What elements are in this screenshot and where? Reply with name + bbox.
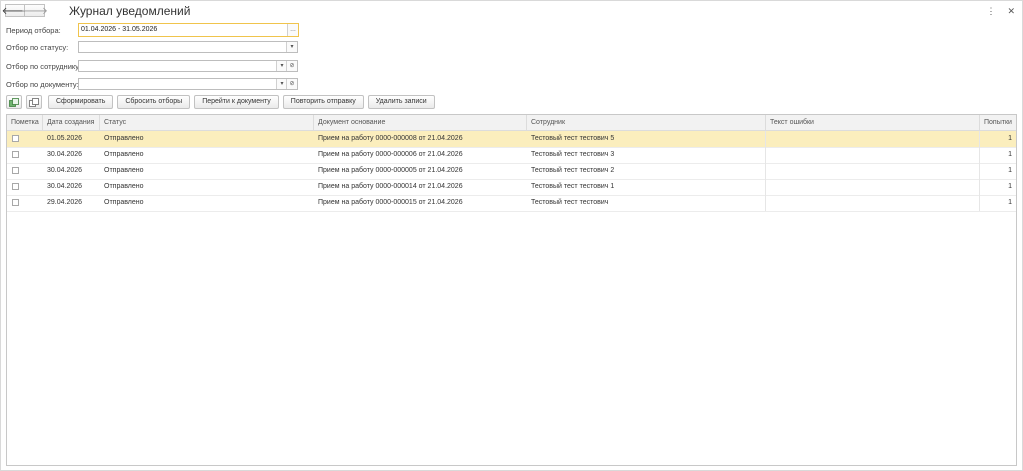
page-title: Журнал уведомлений [69,4,191,18]
period-value: 01.04.2026 - 31.05.2026 [81,26,158,33]
copy-button[interactable] [26,95,42,109]
error-cell [766,163,770,179]
date-cell: 01.05.2026 [47,135,83,142]
go-to-document-button[interactable]: Перейти к документу [194,95,279,109]
table-row[interactable]: 30.04.2026 Отправлено Прием на работу 00… [7,147,1016,164]
document-cell: Прием на работу 0000-000008 от 21.04.202… [318,135,463,142]
column-divider [979,131,980,211]
form-button[interactable]: Сформировать [48,95,114,109]
employee-filter-field[interactable]: ▾ ⊘ [78,60,298,72]
table-row[interactable]: 29.04.2026 Отправлено Прием на работу 00… [7,195,1016,212]
attempts-cell: 1 [1008,167,1012,174]
date-cell: 29.04.2026 [47,199,83,206]
status-cell: Отправлено [104,199,144,206]
attempts-cell: 1 [1008,199,1012,206]
reset-filters-button[interactable]: Сбросить отборы [117,95,191,109]
attempts-cell: 1 [1008,135,1012,142]
error-cell [766,195,770,211]
table-row[interactable]: 30.04.2026 Отправлено Прием на работу 00… [7,179,1016,196]
refresh-icon [9,97,19,107]
arrow-right-icon: 🡒 [21,5,48,17]
status-cell: Отправлено [104,151,144,158]
period-label: Период отбора: [6,26,61,35]
open-link-icon[interactable]: ⊘ [286,79,297,89]
column-divider [765,131,766,211]
chevron-down-icon[interactable]: ▾ [286,42,297,52]
status-cell: Отправлено [104,167,144,174]
column-header-status[interactable]: Статус [100,115,314,130]
copy-icon [29,97,39,107]
toolbar: Сформировать Сбросить отборы Перейти к д… [6,95,435,109]
document-filter-label: Отбор по документу: [6,80,79,89]
mark-checkbox[interactable] [12,183,19,190]
mark-checkbox[interactable] [12,199,19,206]
mark-checkbox[interactable] [12,135,19,142]
document-filter-field[interactable]: ▾ ⊘ [78,78,298,90]
notifications-table[interactable]: Пометка Дата создания Статус Документ ос… [6,114,1017,466]
close-icon[interactable]: ✕ [1007,6,1015,17]
attempts-cell: 1 [1008,151,1012,158]
document-cell: Прием на работу 0000-000014 от 21.04.202… [318,183,463,190]
error-cell [766,131,770,147]
date-cell: 30.04.2026 [47,167,83,174]
status-filter-label: Отбор по статусу: [6,43,69,52]
error-cell [766,179,770,195]
table-header: Пометка Дата создания Статус Документ ос… [7,115,1016,131]
period-select-button[interactable]: … [287,24,298,36]
employee-cell: Тестовый тест тестович 1 [531,183,615,190]
more-icon[interactable]: ⋮ [986,6,995,17]
refresh-button[interactable] [6,95,22,109]
attempts-cell: 1 [1008,183,1012,190]
forward-button[interactable]: 🡒 [21,4,48,17]
employee-cell: Тестовый тест тестович 5 [531,135,615,142]
employee-cell: Тестовый тест тестович 2 [531,167,615,174]
employee-cell: Тестовый тест тестович [531,199,609,206]
mark-checkbox[interactable] [12,167,19,174]
error-cell [766,147,770,163]
period-field[interactable]: 01.04.2026 - 31.05.2026 … [78,23,299,37]
employee-filter-label: Отбор по сотруднику: [6,62,82,71]
document-cell: Прием на работу 0000-000015 от 21.04.202… [318,199,463,206]
document-cell: Прием на работу 0000-000005 от 21.04.202… [318,167,463,174]
status-cell: Отправлено [104,135,144,142]
navigation: 🡐 🡒 [2,4,48,17]
status-cell: Отправлено [104,183,144,190]
column-header-mark[interactable]: Пометка [7,115,43,130]
window-controls: ⋮ ✕ [986,6,1015,17]
document-cell: Прием на работу 0000-000006 от 21.04.202… [318,151,463,158]
column-header-document[interactable]: Документ основание [314,115,527,130]
delete-records-button[interactable]: Удалить записи [367,95,435,109]
column-header-error[interactable]: Текст ошибки [766,115,980,130]
column-header-date[interactable]: Дата создания [43,115,100,130]
table-row[interactable]: 30.04.2026 Отправлено Прием на работу 00… [7,163,1016,180]
open-link-icon[interactable]: ⊘ [286,61,297,71]
table-row[interactable]: 01.05.2026 Отправлено Прием на работу 00… [7,131,1016,148]
retry-send-button[interactable]: Повторить отправку [282,95,364,109]
date-cell: 30.04.2026 [47,151,83,158]
column-header-employee[interactable]: Сотрудник [527,115,766,130]
employee-cell: Тестовый тест тестович 3 [531,151,615,158]
status-filter-field[interactable]: ▾ [78,41,298,53]
date-cell: 30.04.2026 [47,183,83,190]
mark-checkbox[interactable] [12,151,19,158]
column-header-attempts[interactable]: Попытки [980,115,1016,130]
